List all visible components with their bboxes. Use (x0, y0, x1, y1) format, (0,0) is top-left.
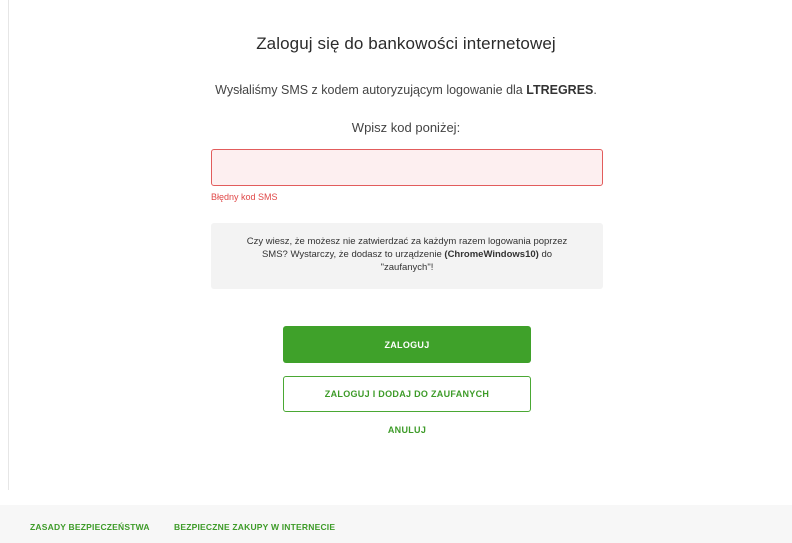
login-and-trust-button[interactable]: ZALOGUJ I DODAJ DO ZAUFANYCH (283, 376, 531, 412)
footer-link-safe-shopping[interactable]: BEZPIECZNE ZAKUPY W INTERNECIE (174, 522, 335, 532)
sms-code-input[interactable] (211, 149, 603, 186)
login-page: Zaloguj się do bankowości internetowej W… (0, 0, 792, 543)
page-title: Zaloguj się do bankowości internetowej (256, 34, 556, 53)
error-message: Błędny kod SMS (211, 192, 278, 202)
main-content: Zaloguj się do bankowości internetowej W… (0, 0, 792, 490)
trusted-device-info-box: Czy wiesz, że możesz nie zatwierdzać za … (211, 223, 603, 289)
footer-link-security-rules[interactable]: ZASADY BEZPIECZEŃSTWA (30, 522, 150, 532)
cancel-link[interactable]: ANULUJ (283, 425, 531, 435)
sms-info-suffix: . (593, 83, 597, 97)
code-prompt: Wpisz kod poniżej: (351, 120, 461, 135)
login-button[interactable]: ZALOGUJ (283, 326, 531, 363)
footer: ZASADY BEZPIECZEŃSTWA BEZPIECZNE ZAKUPY … (0, 505, 792, 543)
sms-info-text: Wysłaliśmy SMS z kodem autoryzującym log… (0, 83, 792, 97)
username: LTREGRES (526, 83, 594, 97)
device-name: (ChromeWindows10) (444, 249, 539, 260)
sms-info-prefix: Wysłaliśmy SMS z kodem autoryzującym log… (215, 83, 527, 97)
